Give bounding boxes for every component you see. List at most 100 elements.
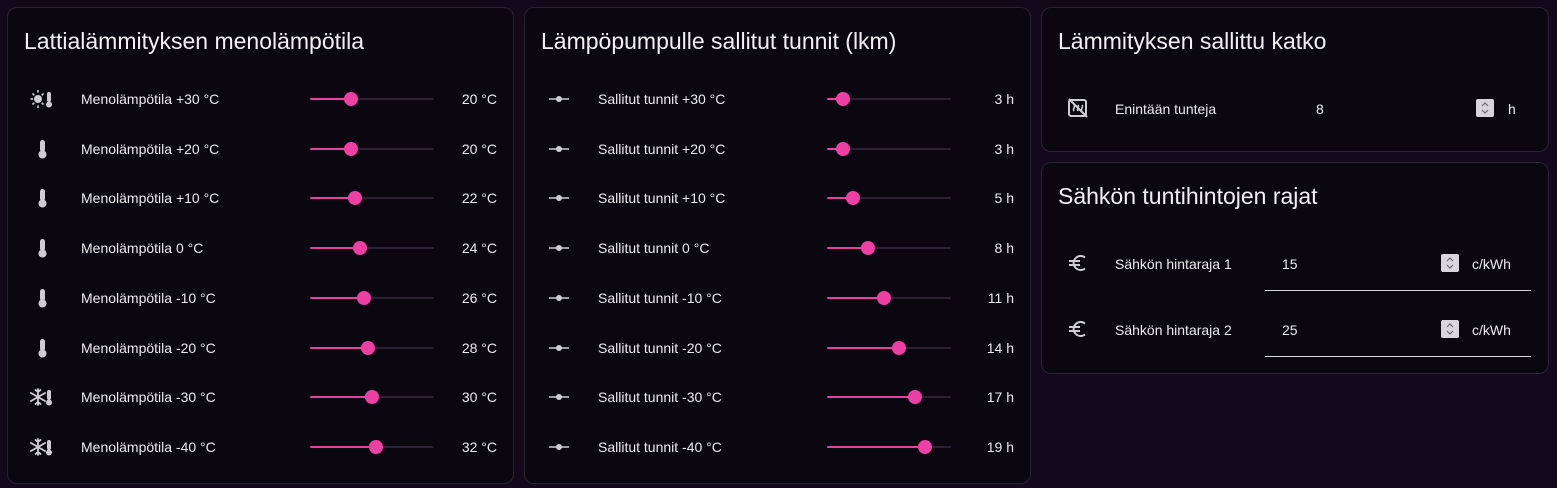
- slider[interactable]: [310, 134, 434, 164]
- price-limit-input[interactable]: 15: [1282, 256, 1298, 272]
- max-hours-label: Enintään tunteja: [1115, 101, 1217, 117]
- slider-fill: [827, 396, 915, 398]
- max-hours-spinner[interactable]: [1476, 99, 1494, 117]
- slider[interactable]: [310, 183, 434, 213]
- slider[interactable]: [310, 233, 434, 263]
- slider-label: Sallitut tunnit -40 °C: [598, 439, 722, 455]
- slider[interactable]: [310, 283, 434, 313]
- slider-thumb[interactable]: [369, 440, 384, 454]
- price-limits-card: Sähkön tuntihintojen rajat Sähkön hintar…: [1041, 162, 1549, 374]
- slider-thumb[interactable]: [876, 291, 891, 305]
- slider-label: Menolämpötila 0 °C: [81, 240, 204, 256]
- slider-label: Sallitut tunnit -20 °C: [598, 340, 722, 356]
- slider-thumb[interactable]: [892, 341, 907, 355]
- slider-thumb[interactable]: [356, 291, 371, 305]
- slider-value: 30 °C: [461, 389, 497, 405]
- input-underline: [1265, 290, 1531, 291]
- slider-row: Menolämpötila -40 °C 32 °C: [8, 432, 513, 462]
- slider-thumb[interactable]: [907, 390, 922, 404]
- slider-thumb[interactable]: [845, 191, 860, 205]
- slider[interactable]: [827, 432, 951, 462]
- slider[interactable]: [827, 283, 951, 313]
- slider-row: Menolämpötila +10 °C 22 °C: [8, 183, 513, 213]
- slider-value: 11 h: [987, 290, 1014, 306]
- slider-thumb[interactable]: [861, 241, 876, 255]
- slider-thumb[interactable]: [348, 191, 363, 205]
- slider-thumb[interactable]: [360, 341, 375, 355]
- flow-temperature-card: Lattialämmityksen menolämpötila Menolämp…: [7, 7, 514, 484]
- slider-label: Menolämpötila +30 °C: [81, 91, 220, 107]
- price-limit-spinner[interactable]: [1441, 320, 1459, 338]
- slider-label: Menolämpötila -30 °C: [81, 389, 216, 405]
- slider[interactable]: [827, 233, 951, 263]
- slider[interactable]: [310, 432, 434, 462]
- heating-off-icon: [1066, 96, 1090, 120]
- snowflake-thermometer-icon: [30, 385, 54, 409]
- slider[interactable]: [827, 183, 951, 213]
- slider-label: Sallitut tunnit +20 °C: [598, 141, 726, 157]
- slider[interactable]: [310, 333, 434, 363]
- slider[interactable]: [827, 134, 951, 164]
- slider-row: Sallitut tunnit -10 °C 11 h: [525, 283, 1030, 313]
- max-hours-row: Enintään tunteja 8 h: [1042, 93, 1548, 123]
- slider[interactable]: [827, 333, 951, 363]
- slider-label: Menolämpötila -20 °C: [81, 340, 216, 356]
- slider-value: 22 °C: [461, 190, 497, 206]
- slider-fill: [310, 446, 377, 448]
- slider[interactable]: [310, 382, 434, 412]
- snowflake-thermometer-icon: [30, 435, 54, 459]
- slider-icon: [547, 186, 571, 210]
- slider-label: Menolämpötila +20 °C: [81, 141, 220, 157]
- slider-fill: [310, 347, 368, 349]
- slider-icon: [547, 286, 571, 310]
- slider-thumb[interactable]: [835, 92, 850, 106]
- slider-icon: [547, 236, 571, 260]
- slider-label: Sallitut tunnit 0 °C: [598, 240, 710, 256]
- slider[interactable]: [827, 382, 951, 412]
- price-limit-row: Sähkön hintaraja 1 15 c/kWh: [1042, 248, 1548, 291]
- heating-break-card: Lämmityksen sallittu katko Enintään tunt…: [1041, 7, 1549, 152]
- slider[interactable]: [827, 84, 951, 114]
- price-limit-input[interactable]: 25: [1282, 322, 1298, 338]
- slider-row: Sallitut tunnit 0 °C 8 h: [525, 233, 1030, 263]
- price-limit-spinner[interactable]: [1441, 254, 1459, 272]
- slider-label: Menolämpötila +10 °C: [81, 190, 220, 206]
- slider-label: Sallitut tunnit -10 °C: [598, 290, 722, 306]
- slider-value: 3 h: [994, 141, 1014, 157]
- slider-value: 20 °C: [461, 141, 497, 157]
- thermometer-icon: [30, 236, 54, 260]
- input-underline: [1265, 356, 1531, 357]
- slider-value: 19 h: [986, 439, 1014, 455]
- slider-row: Menolämpötila -20 °C 28 °C: [8, 333, 513, 363]
- slider-thumb[interactable]: [835, 142, 850, 156]
- slider-row: Sallitut tunnit -30 °C 17 h: [525, 382, 1030, 412]
- price-limit-label: Sähkön hintaraja 2: [1115, 322, 1232, 338]
- slider-row: Menolämpötila -10 °C 26 °C: [8, 283, 513, 313]
- slider-value: 5 h: [994, 190, 1014, 206]
- slider-value: 24 °C: [461, 240, 497, 256]
- euro-icon: [1066, 317, 1090, 341]
- slider-fill: [310, 396, 372, 398]
- slider-label: Menolämpötila -40 °C: [81, 439, 216, 455]
- slider-value: 3 h: [994, 91, 1014, 107]
- max-hours-input[interactable]: 8: [1316, 101, 1324, 117]
- slider-value: 14 h: [986, 340, 1014, 356]
- slider-thumb[interactable]: [344, 92, 359, 106]
- slider-icon: [547, 87, 571, 111]
- slider-fill: [310, 297, 364, 299]
- slider-label: Sallitut tunnit +10 °C: [598, 190, 726, 206]
- slider-row: Menolämpötila +20 °C 20 °C: [8, 134, 513, 164]
- slider-thumb[interactable]: [344, 142, 359, 156]
- slider-row: Sallitut tunnit +20 °C 3 h: [525, 134, 1030, 164]
- card-title: Lämmityksen sallittu katko: [1058, 28, 1327, 54]
- slider-value: 8 h: [994, 240, 1014, 256]
- slider-label: Sallitut tunnit -30 °C: [598, 389, 722, 405]
- slider-thumb[interactable]: [352, 241, 367, 255]
- slider-row: Menolämpötila 0 °C 24 °C: [8, 233, 513, 263]
- max-hours-unit: h: [1508, 101, 1516, 117]
- slider[interactable]: [310, 84, 434, 114]
- slider-fill: [827, 446, 926, 448]
- slider-thumb[interactable]: [918, 440, 933, 454]
- slider-row: Menolämpötila +30 °C 20 °C: [8, 84, 513, 114]
- slider-thumb[interactable]: [365, 390, 379, 404]
